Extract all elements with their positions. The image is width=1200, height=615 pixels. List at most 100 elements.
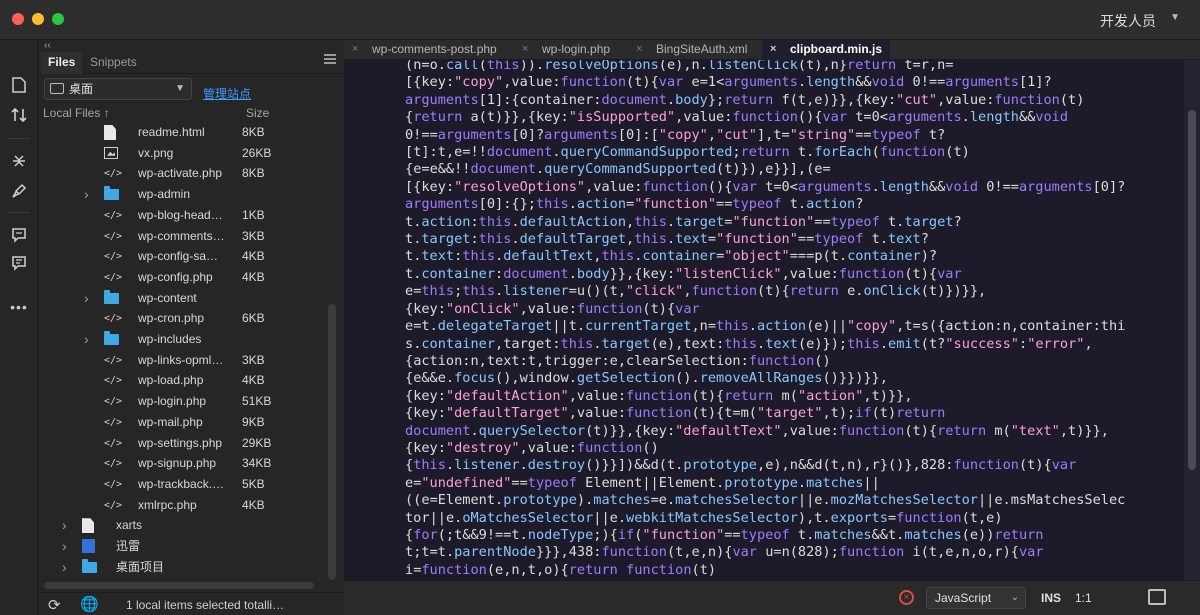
code-line[interactable]: e="undefined"==typeof Element||Element.p… [405,475,1125,492]
zoom-window-button[interactable] [52,13,64,25]
code-line[interactable]: s.container,target:this.target(e),text:t… [405,336,1125,353]
file-tree-row[interactable]: </> wp-links-opml… 3KB [38,350,328,371]
editor-scroll-thumb[interactable] [1188,110,1196,470]
workspace-switcher[interactable]: 开发人员 [1100,11,1156,31]
code-line[interactable]: t;t=t.parentNode}}},438:function(t,e,n){… [405,544,1125,561]
code-line[interactable]: arguments[0]:{};this.action="function"==… [405,196,1125,213]
code-line[interactable]: t.text:this.defaultText,this.container="… [405,248,1125,265]
vertical-scrollbar[interactable] [328,304,336,580]
file-tree-row[interactable]: › 迅雷 [38,536,328,557]
code-editor[interactable]: (n=o.call(this)).resolveOptions(e),n.lis… [344,60,1184,580]
file-tree-row[interactable]: › wp-content [38,288,328,309]
insert-mode-indicator[interactable]: INS [1041,591,1061,605]
editor-scrollbar[interactable] [1184,60,1200,580]
file-tree-row[interactable]: </> wp-login.php 51KB [38,391,328,412]
tab-files[interactable]: Files [41,52,83,74]
chevron-right-icon[interactable]: › [84,288,89,308]
file-tree-row[interactable]: › wp-admin [38,184,328,205]
more-icon[interactable]: ••• [0,294,38,320]
close-tab-icon[interactable]: × [636,40,642,59]
panel-menu-icon[interactable] [324,54,336,64]
file-tree-row[interactable]: › 桌面项目 [38,557,328,578]
chevron-right-icon[interactable]: › [84,184,89,204]
file-tree-row[interactable]: › xarts [38,515,328,536]
code-line[interactable]: {e&&e.focus(),window.getSelection().remo… [405,370,1125,387]
collapse-panel-icon[interactable]: ‹‹ [44,40,51,51]
tab-wp-comments-post[interactable]: × wp-comments-post.php [344,40,514,60]
code-line[interactable]: {this.listener.destroy()}}])&&d(t.protot… [405,457,1125,474]
code-line[interactable]: document.querySelector(t)}},{key:"defaul… [405,423,1125,440]
file-tree-row[interactable]: </> wp-trackback.… 5KB [38,474,328,495]
chevron-right-icon[interactable]: › [84,329,89,349]
code-line[interactable]: {e=e&&!!document.queryCommandSupported(t… [405,161,1125,178]
folder-icon [104,289,119,304]
sort-arrows-icon[interactable] [0,102,38,128]
column-header-local-files[interactable]: Local Files ↑ [43,104,110,122]
refresh-icon[interactable]: ⟳ [48,596,61,614]
comment-list-icon[interactable] [0,250,38,276]
file-tree-row[interactable]: </> wp-signup.php 34KB [38,453,328,474]
manage-sites-link[interactable]: 管理站点 [203,85,251,102]
file-tree-row[interactable]: </> wp-comments… 3KB [38,226,328,247]
close-tab-icon[interactable]: × [352,40,358,59]
live-preview-icon[interactable] [1148,589,1166,605]
code-line[interactable]: i=function(e,n,t,o){return function(t) [405,562,1125,579]
chevron-right-icon[interactable]: › [62,515,67,535]
file-tree-row[interactable]: </> wp-config-sa… 4KB [38,246,328,267]
language-select[interactable]: JavaScript ⌄ [926,587,1026,609]
chevron-down-icon[interactable]: ▼ [1170,12,1180,23]
code-line[interactable]: [{key:"resolveOptions",value:function(){… [405,179,1125,196]
code-line[interactable]: t.container:document.body}},{key:"listen… [405,266,1125,283]
close-window-button[interactable] [12,13,24,25]
file-tree-row[interactable]: </> wp-config.php 4KB [38,267,328,288]
chevron-right-icon[interactable]: › [62,536,67,556]
code-line[interactable]: e=t.delegateTarget||t.currentTarget,n=th… [405,318,1125,335]
code-line[interactable]: {key:"defaultTarget",value:function(t){t… [405,405,1125,422]
code-line[interactable]: 0!==arguments[0]?arguments[0]:["copy","c… [405,127,1125,144]
chevron-right-icon[interactable]: › [62,557,67,577]
brush-icon[interactable] [0,178,38,204]
tab-snippets[interactable]: Snippets [83,52,144,74]
document-icon[interactable] [0,72,38,98]
file-tree-row[interactable]: </> xmlrpc.php 4KB [38,495,328,516]
code-content[interactable]: (n=o.call(this)).resolveOptions(e),n.lis… [405,60,1125,579]
code-line[interactable]: t.action:this.defaultAction,this.target=… [405,214,1125,231]
code-line[interactable]: (n=o.call(this)).resolveOptions(e),n.lis… [405,60,1125,74]
file-tree-row[interactable]: </> wp-mail.php 9KB [38,412,328,433]
minimize-window-button[interactable] [32,13,44,25]
code-line[interactable]: [{key:"copy",value:function(t){var e=1<a… [405,74,1125,91]
file-tree-row[interactable]: </> wp-load.php 4KB [38,370,328,391]
code-line[interactable]: e=this;this.listener=u()(t,"click",funct… [405,283,1125,300]
code-line[interactable]: t.target:this.defaultTarget,this.text="f… [405,231,1125,248]
expand-collapse-icon[interactable] [0,148,38,174]
code-line[interactable]: {key:"onClick",value:function(t){var [405,301,1125,318]
code-line[interactable]: {for(;t&&9!==t.nodeType;){if("function"=… [405,527,1125,544]
file-tree-row[interactable]: readme.html 8KB [38,122,328,143]
file-tree-row[interactable]: </> wp-activate.php 8KB [38,163,328,184]
file-tree-row[interactable]: </> wp-blog-head… 1KB [38,205,328,226]
close-tab-icon[interactable]: × [522,40,528,59]
cursor-position[interactable]: 1:1 [1075,591,1092,605]
code-line[interactable]: ((e=Element.prototype).matches=e.matches… [405,492,1125,509]
code-line[interactable]: {return a(t)}},{key:"isSupported",value:… [405,109,1125,126]
tab-wp-login[interactable]: × wp-login.php [514,40,628,60]
code-line[interactable]: {action:n,text:t,trigger:e,clearSelectio… [405,353,1125,370]
code-line[interactable]: {key:"defaultAction",value:function(t){r… [405,388,1125,405]
column-header-size[interactable]: Size [246,104,269,122]
file-tree-row[interactable]: </> wp-settings.php 29KB [38,433,328,454]
site-select[interactable]: 桌面 ▼ [44,78,192,100]
horizontal-scrollbar[interactable] [44,582,314,589]
error-icon[interactable]: × [899,590,914,605]
comment-icon[interactable] [0,222,38,248]
code-line[interactable]: arguments[1]:{container:document.body};r… [405,92,1125,109]
code-line[interactable]: {key:"destroy",value:function() [405,440,1125,457]
file-tree-row[interactable]: vx.png 26KB [38,143,328,164]
tab-bingsiteauth[interactable]: × BingSiteAuth.xml [628,40,762,60]
tab-clipboard-min-js[interactable]: × clipboard.min.js [762,40,890,60]
code-line[interactable]: tor||e.oMatchesSelector||e.webkitMatches… [405,510,1125,527]
file-tree-row[interactable]: </> wp-cron.php 6KB [38,308,328,329]
code-line[interactable]: [t]:t,e=!!document.queryCommandSupported… [405,144,1125,161]
close-tab-icon[interactable]: × [770,40,776,59]
globe-icon[interactable]: 🌐 [80,595,99,613]
file-tree-row[interactable]: › wp-includes [38,329,328,350]
